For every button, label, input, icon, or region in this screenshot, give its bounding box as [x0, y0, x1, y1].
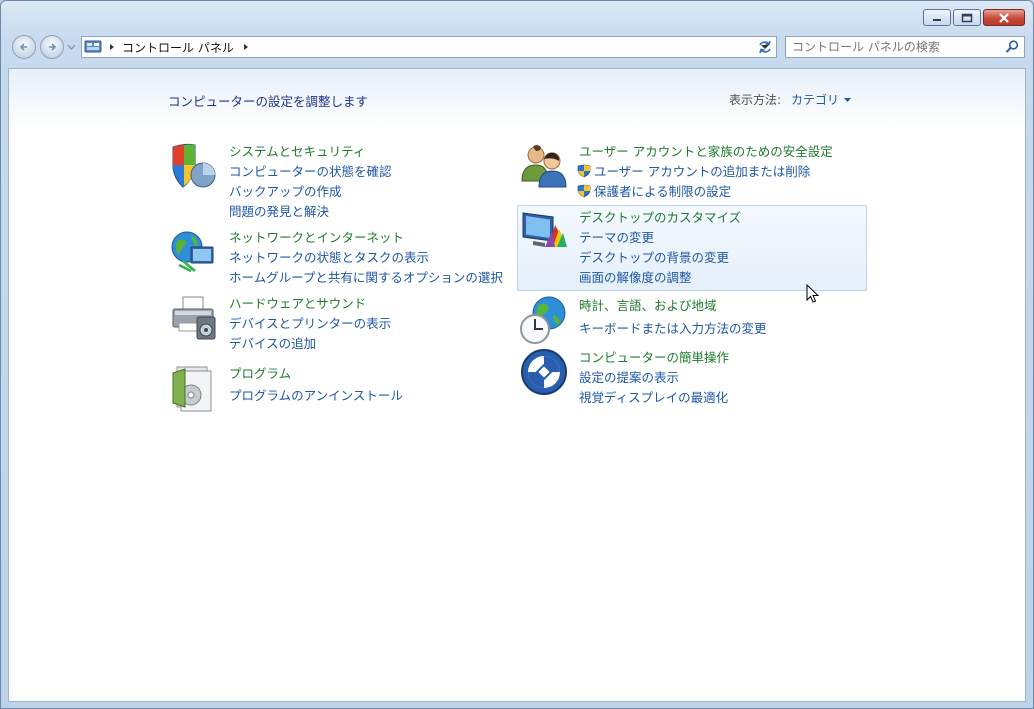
link-homegroup-options[interactable]: ホームグループと共有に関するオプションの選択: [229, 267, 503, 286]
link-change-keyboard[interactable]: キーボードまたは入力方法の変更: [579, 318, 767, 337]
back-button[interactable]: [12, 35, 36, 59]
category-title[interactable]: 時計、言語、および地域: [579, 295, 717, 314]
address-toolbar: コントロール パネル: [1, 33, 1033, 61]
forward-arrow-icon: [49, 43, 57, 51]
category-programs: プログラム プログラムのアンインストール: [169, 363, 509, 413]
printer-icon: [172, 296, 216, 340]
link-add-remove-accounts[interactable]: ユーザー アカウントの追加または削除: [577, 161, 810, 180]
link-adjust-resolution[interactable]: 画面の解像度の調整: [579, 267, 692, 286]
link-suggested-settings[interactable]: 設定の提案の表示: [579, 367, 679, 386]
breadcrumb-control-panel[interactable]: コントロール パネル: [122, 39, 234, 56]
uac-shield-icon: [577, 184, 591, 198]
category-ease-of-access: コンピューターの簡単操作 設定の提案の表示 視覚ディスプレイの最適化: [519, 347, 859, 407]
category-system-security: システムとセキュリティ コンピューターの状態を確認 バックアップの作成 問題の発…: [169, 141, 509, 221]
link-find-fix-problems[interactable]: 問題の発見と解決: [229, 201, 329, 220]
breadcrumb-separator-icon[interactable]: [240, 42, 252, 52]
forward-button[interactable]: [40, 35, 64, 59]
link-parental-controls[interactable]: 保護者による制限の設定: [577, 181, 731, 200]
clock-globe-icon: [520, 296, 566, 344]
shield-icon: [172, 143, 216, 188]
breadcrumb-separator-icon[interactable]: [106, 42, 118, 52]
link-check-computer-status[interactable]: コンピューターの状態を確認: [229, 161, 392, 180]
close-icon: [999, 12, 1009, 23]
page-title: コンピューターの設定を調整します: [168, 94, 369, 109]
link-uninstall-program[interactable]: プログラムのアンインストール: [229, 385, 403, 404]
ease-of-access-icon: [521, 349, 567, 395]
link-change-background[interactable]: デスクトップの背景の変更: [579, 247, 729, 266]
close-button[interactable]: [983, 9, 1025, 26]
uac-shield-icon: [577, 164, 591, 178]
network-globe-icon: [171, 231, 214, 273]
refresh-icon[interactable]: [757, 40, 773, 54]
view-by: 表示方法: カテゴリ: [729, 91, 852, 108]
programs-icon: [172, 366, 212, 412]
link-network-status[interactable]: ネットワークの状態とタスクの表示: [229, 247, 429, 266]
desktop-icon: [522, 212, 567, 247]
category-user-accounts: ユーザー アカウントと家族のための安全設定 ユーザー アカウントの追加または削除…: [519, 141, 859, 201]
category-title[interactable]: ハードウェアとサウンド: [229, 293, 366, 312]
category-appearance-personalization: デスクトップのカスタマイズ テーマの変更 デスクトップの背景の変更 画面の解像度…: [519, 207, 859, 287]
search-icon[interactable]: [1004, 39, 1020, 55]
link-devices-printers[interactable]: デバイスとプリンターの表示: [229, 313, 391, 332]
category-title[interactable]: ネットワークとインターネット: [229, 227, 404, 246]
address-bar[interactable]: コントロール パネル: [81, 36, 777, 58]
chevron-down-icon: [843, 98, 851, 102]
mouse-cursor-icon: [806, 284, 820, 303]
view-by-dropdown[interactable]: カテゴリ: [791, 93, 852, 107]
recent-pages-dropdown-icon[interactable]: [67, 43, 76, 51]
category-title[interactable]: デスクトップのカスタマイズ: [579, 207, 741, 226]
category-network-internet: ネットワークとインターネット ネットワークの状態とタスクの表示 ホームグループと…: [169, 227, 509, 287]
minimize-icon: [933, 18, 941, 21]
maximize-icon: [961, 13, 973, 22]
search-box[interactable]: [785, 36, 1025, 58]
category-title[interactable]: コンピューターの簡単操作: [579, 347, 729, 366]
category-hardware-sound: ハードウェアとサウンド デバイスとプリンターの表示 デバイスの追加: [169, 293, 509, 353]
link-optimize-display[interactable]: 視覚ディスプレイの最適化: [579, 387, 728, 406]
category-title[interactable]: プログラム: [229, 363, 291, 382]
search-input[interactable]: [786, 39, 1004, 55]
link-create-backup[interactable]: バックアップの作成: [229, 181, 342, 200]
title-bar[interactable]: [1, 1, 1033, 31]
view-by-label: 表示方法:: [729, 93, 782, 107]
minimize-button[interactable]: [923, 9, 951, 26]
category-title[interactable]: ユーザー アカウントと家族のための安全設定: [579, 141, 833, 160]
back-arrow-icon: [19, 43, 27, 51]
users-icon: [521, 145, 567, 188]
content-pane: コンピューターの設定を調整します 表示方法: カテゴリ システムとセキュリティ コ…: [8, 68, 1026, 702]
link-change-theme[interactable]: テーマの変更: [579, 227, 654, 246]
control-panel-icon: [84, 40, 102, 53]
maximize-button[interactable]: [953, 9, 981, 26]
category-title[interactable]: システムとセキュリティ: [229, 141, 365, 160]
control-panel-window: コントロール パネル コンピューターの設定を調整します 表示方法: カテゴリ: [0, 0, 1034, 709]
link-add-device[interactable]: デバイスの追加: [229, 333, 316, 352]
